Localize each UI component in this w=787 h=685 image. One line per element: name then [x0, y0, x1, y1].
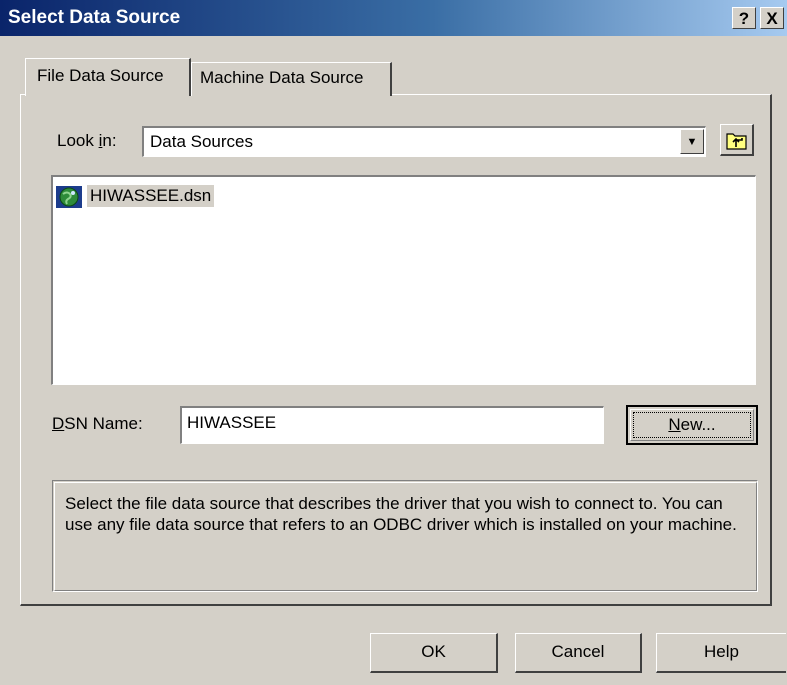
file-name: HIWASSEE.dsn: [87, 185, 215, 207]
select-data-source-dialog: Select Data Source ? X File Data Source …: [0, 0, 787, 685]
tab-machine-data-source[interactable]: Machine Data Source: [191, 62, 392, 96]
up-one-level-button[interactable]: [720, 124, 754, 156]
ok-label: OK: [421, 642, 446, 661]
ok-button[interactable]: OK: [370, 633, 498, 673]
description-text: Select the file data source that describ…: [65, 494, 737, 534]
question-mark-icon: ?: [738, 9, 750, 28]
file-list[interactable]: HIWASSEE.dsn: [51, 175, 756, 385]
title-bar[interactable]: Select Data Source ? X: [0, 0, 787, 36]
help-title-button[interactable]: ?: [732, 7, 756, 29]
cancel-label: Cancel: [551, 642, 605, 661]
help-label: Help: [704, 642, 739, 661]
dsn-globe-icon: [56, 186, 82, 208]
tab-label: File Data Source: [37, 66, 164, 85]
cancel-button[interactable]: Cancel: [515, 633, 642, 673]
dsn-name-label: DSN Name:: [52, 414, 143, 433]
tab-file-data-source[interactable]: File Data Source: [25, 58, 191, 96]
description-group: Select the file data source that describ…: [52, 480, 758, 592]
look-in-label: Look in:: [57, 131, 117, 150]
look-in-value: Data Sources: [150, 132, 253, 151]
look-in-dropdown[interactable]: Data Sources ▼: [142, 126, 706, 157]
window-title: Select Data Source: [8, 7, 181, 28]
tab-label: Machine Data Source: [200, 68, 364, 87]
chevron-down-icon[interactable]: ▼: [680, 129, 704, 154]
close-button[interactable]: X: [760, 7, 784, 29]
dsn-name-field[interactable]: HIWASSEE: [180, 406, 604, 444]
close-icon: X: [766, 9, 778, 28]
help-button[interactable]: Help: [656, 633, 786, 673]
new-button-label: New...: [633, 412, 751, 438]
up-folder-icon: [726, 133, 747, 150]
dsn-name-value: HIWASSEE: [187, 413, 277, 432]
new-button[interactable]: New...: [626, 405, 758, 445]
